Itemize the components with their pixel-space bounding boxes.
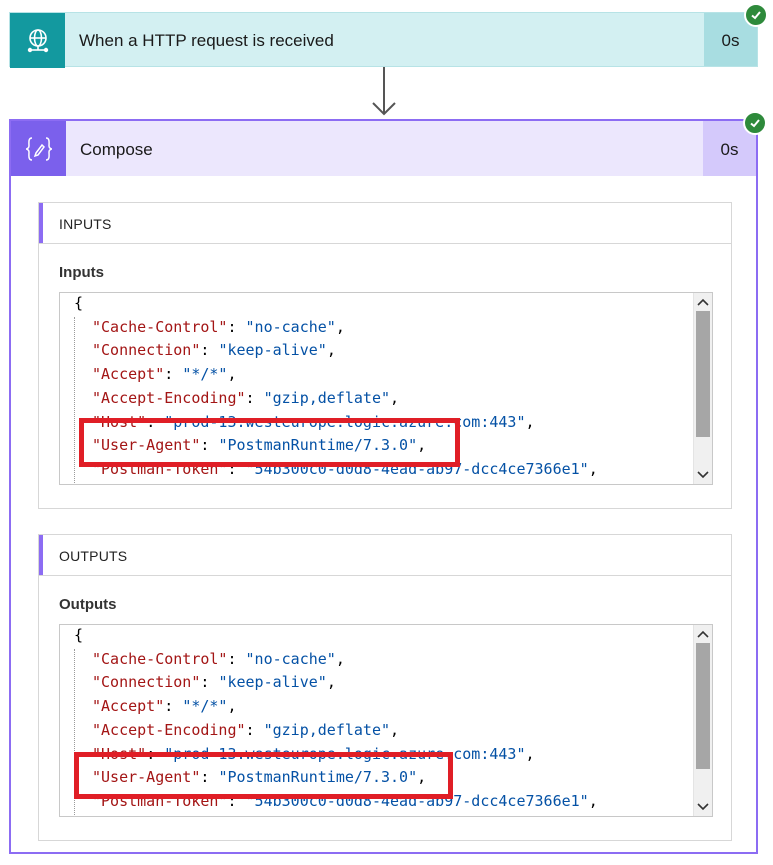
compose-card: Compose 0s INPUTS Inputs { "Cache-Control… [9,119,758,854]
scroll-thumb[interactable] [696,643,710,769]
section-accent-bar [39,203,43,243]
outputs-scrollbar[interactable] [693,625,712,816]
success-check-icon [744,3,768,27]
outputs-section-title: OUTPUTS [59,548,128,564]
json-value: "keep-alive" [218,341,327,360]
success-check-icon [743,111,767,135]
json-value: "gzip,deflate" [263,388,391,407]
inputs-field-label: Inputs [59,264,104,281]
json-key: "Accept" [92,697,165,716]
scroll-down-icon[interactable] [694,799,712,815]
scroll-up-icon[interactable] [694,294,712,310]
json-line: "Cache-Control": "no-cache", [92,317,345,336]
json-value: "*/*" [182,365,228,384]
trigger-card-http-request[interactable]: When a HTTP request is received 0s [9,12,758,68]
globe-request-icon [10,13,65,68]
compose-title: Compose [80,140,153,159]
json-value: "keep-alive" [218,673,327,692]
inputs-section-title: INPUTS [59,216,112,232]
json-value: "gzip,deflate" [263,720,391,739]
json-line: "Accept": "*/*", [92,365,237,384]
compose-header[interactable]: Compose 0s [11,121,756,176]
json-line: "Cache-Control": "no-cache", [92,649,345,668]
outputs-field-label: Outputs [59,596,117,613]
outputs-section-header[interactable]: OUTPUTS [39,535,731,576]
inputs-scrollbar[interactable] [693,293,712,484]
json-open-brace: { [74,294,84,312]
user-agent-highlight-outputs [74,752,453,799]
json-open-brace: { [74,626,84,644]
compose-braces-icon [11,121,66,176]
inputs-section-header[interactable]: INPUTS [39,203,731,244]
scroll-thumb[interactable] [696,311,710,437]
json-value: "*/*" [182,697,228,716]
user-agent-highlight-inputs [79,418,460,467]
connector-arrow-icon [372,67,396,116]
trigger-title: When a HTTP request is received [79,31,334,50]
json-line: "Connection": "keep-alive", [92,341,336,360]
json-key: "Accept-Encoding" [92,388,246,407]
json-line: "Accept": "*/*", [92,697,237,716]
json-line: "Accept-Encoding": "gzip,deflate", [92,720,400,739]
section-accent-bar [39,535,43,575]
json-line: "Connection": "keep-alive", [92,673,336,692]
json-key: "Connection" [92,673,201,692]
json-key: "Cache-Control" [92,649,228,668]
json-key: "Accept-Encoding" [92,720,246,739]
scroll-down-icon[interactable] [694,467,712,483]
json-key: "Connection" [92,341,201,360]
json-line: "Accept-Encoding": "gzip,deflate", [92,388,400,407]
scroll-up-icon[interactable] [694,626,712,642]
json-key: "Cache-Control" [92,317,228,336]
json-value: "no-cache" [245,317,336,336]
json-value: "no-cache" [245,649,336,668]
json-key: "Accept" [92,365,165,384]
